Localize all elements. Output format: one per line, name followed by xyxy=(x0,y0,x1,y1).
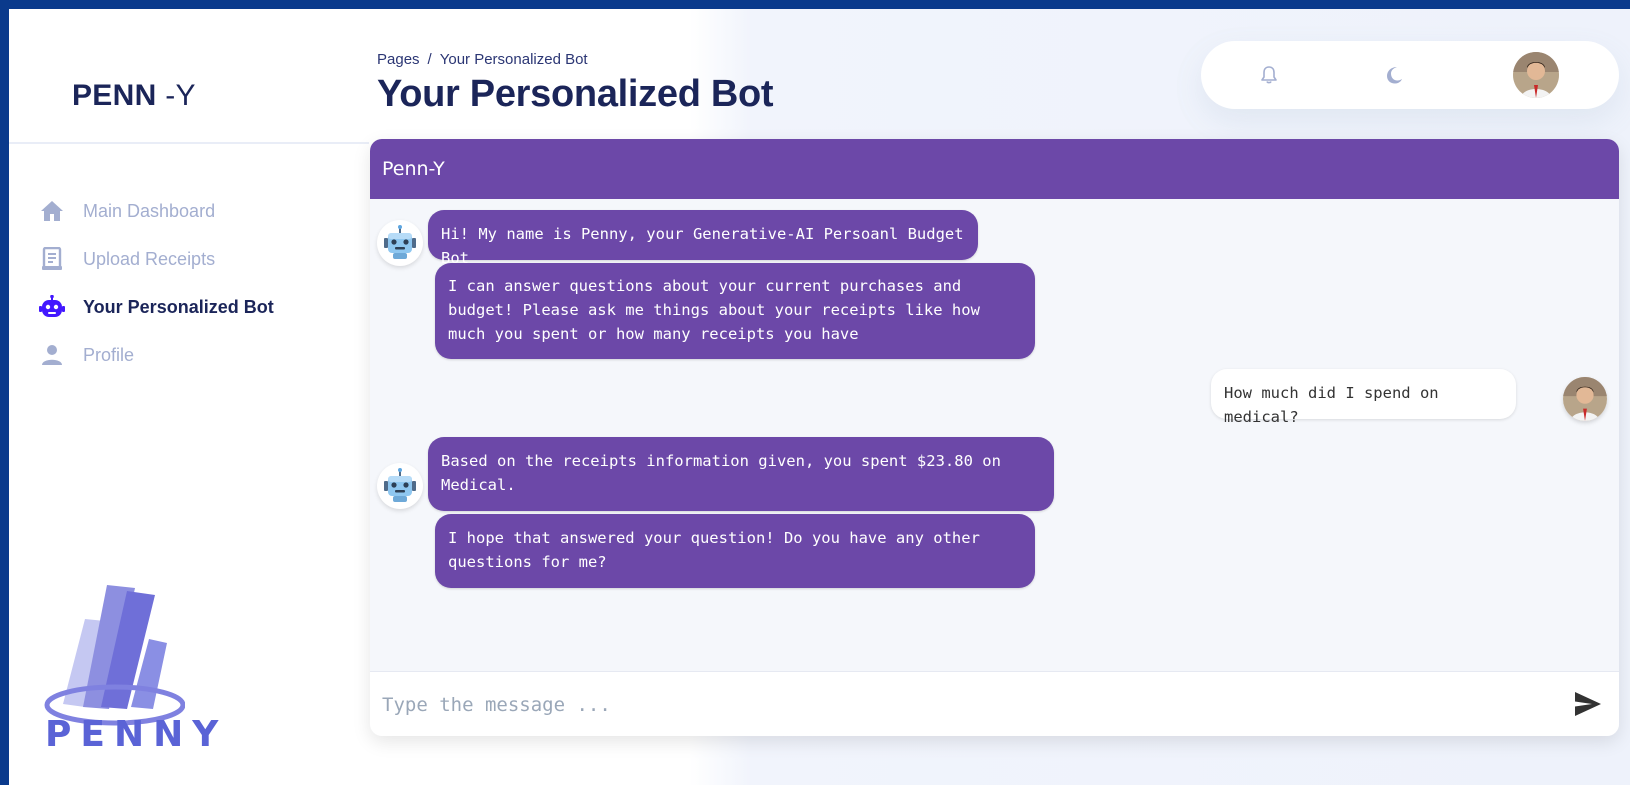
chat-panel: Penn-Y Hi! My name is Penny, your Genera… xyxy=(370,139,1619,736)
brand-light: -Y xyxy=(165,79,196,112)
breadcrumb: Pages / Your Personalized Bot xyxy=(377,51,588,68)
sidebar-item-label: Your Personalized Bot xyxy=(83,296,274,317)
message-input[interactable] xyxy=(382,690,1522,720)
sidebar-item-main-dashboard[interactable]: Main Dashboard xyxy=(39,187,359,235)
robot-icon xyxy=(39,294,65,320)
message-text: Hi! My name is Penny, your Generative-AI… xyxy=(441,225,964,267)
bot-message-bubble: Hi! My name is Penny, your Generative-AI… xyxy=(428,210,978,267)
moon-icon[interactable] xyxy=(1384,65,1404,85)
brand-logo: PENN -Y xyxy=(72,79,196,113)
bot-message-bubble: I can answer questions about your curren… xyxy=(435,263,1035,359)
breadcrumb-root[interactable]: Pages xyxy=(377,51,420,68)
sidebar-item-upload-receipts[interactable]: Upload Receipts xyxy=(39,235,359,283)
bot-message-bubble: Based on the receipts information given,… xyxy=(428,437,1054,511)
page-title: Your Personalized Bot xyxy=(377,73,774,115)
sidebar-item-personalized-bot[interactable]: Your Personalized Bot xyxy=(39,283,359,331)
bot-avatar xyxy=(377,220,423,266)
message-text: Based on the receipts information given,… xyxy=(441,452,1001,494)
robot-face-icon xyxy=(384,468,416,502)
sidebar: PENN -Y Main Dashboard Upload Receipts Y… xyxy=(9,9,369,785)
send-icon[interactable] xyxy=(1573,690,1603,718)
top-bar xyxy=(1201,41,1619,109)
sidebar-item-profile[interactable]: Profile xyxy=(39,331,359,379)
breadcrumb-separator: / xyxy=(427,51,432,68)
avatar[interactable] xyxy=(1513,52,1559,98)
user-avatar xyxy=(1563,377,1607,421)
chat-header: Penn-Y xyxy=(370,139,1619,199)
breadcrumb-current: Your Personalized Bot xyxy=(439,51,588,68)
home-icon xyxy=(39,198,65,224)
person-icon xyxy=(39,342,65,368)
user-message-bubble: How much did I spend on medical? xyxy=(1211,369,1516,426)
robot-face-icon xyxy=(384,225,416,259)
bot-avatar xyxy=(377,463,423,509)
message-text: I hope that answered your question! Do y… xyxy=(448,529,980,571)
app-frame: PENN -Y Main Dashboard Upload Receipts Y… xyxy=(9,9,1630,785)
sidebar-divider xyxy=(9,142,369,144)
bell-icon[interactable] xyxy=(1259,65,1279,85)
chat-title: Penn-Y xyxy=(382,158,445,180)
message-text: How much did I spend on medical? xyxy=(1224,384,1439,426)
message-text: I can answer questions about your curren… xyxy=(448,277,980,343)
penny-logo-text: PENNY xyxy=(45,714,228,755)
sidebar-item-label: Profile xyxy=(83,344,135,365)
bot-message-bubble: I hope that answered your question! Do y… xyxy=(435,514,1035,588)
brand-bold: PENN xyxy=(72,79,157,112)
sidebar-item-label: Upload Receipts xyxy=(83,248,216,269)
sidebar-nav: Main Dashboard Upload Receipts Your Pers… xyxy=(39,187,359,379)
message-composer xyxy=(370,671,1619,736)
receipt-icon xyxy=(39,246,65,272)
sidebar-item-label: Main Dashboard xyxy=(83,200,216,221)
